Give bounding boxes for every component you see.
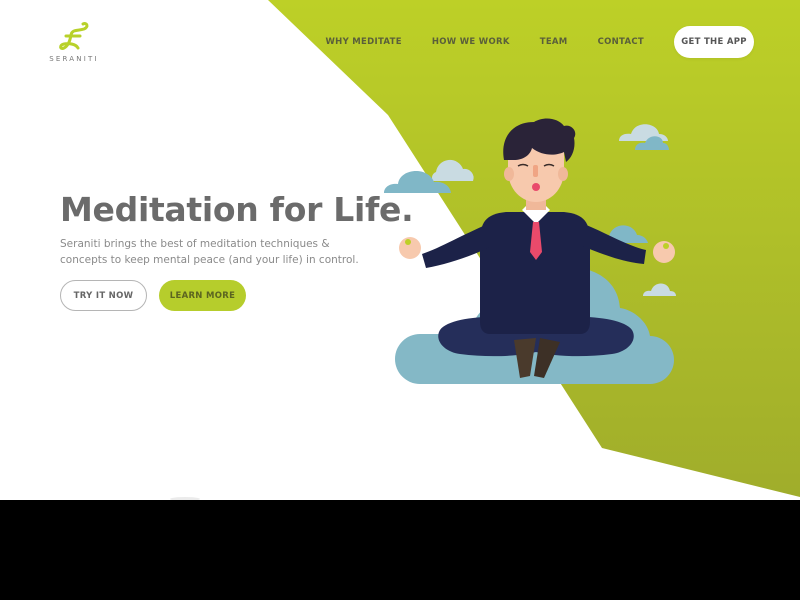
cloud-icon xyxy=(619,124,669,150)
bottom-black-area xyxy=(0,500,800,600)
meditating-man-illustration xyxy=(384,118,676,384)
cloud-icon xyxy=(643,283,676,296)
landing-page: SERANITI WHY MEDITATE HOW WE WORK TEAM C… xyxy=(0,0,800,500)
cloud-icon xyxy=(431,159,474,181)
